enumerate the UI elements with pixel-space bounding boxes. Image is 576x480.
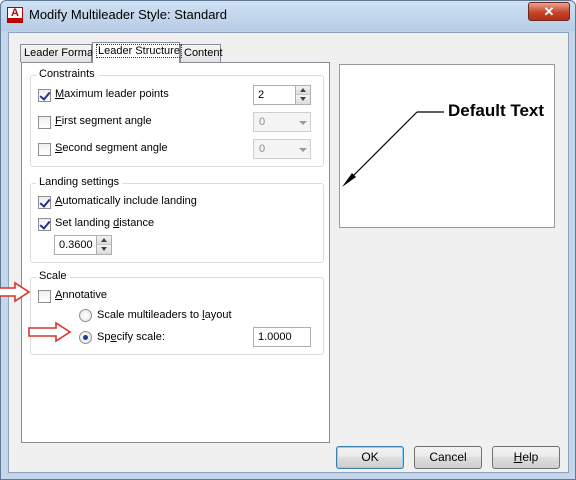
auto-include-landing-checkbox[interactable]: Automatically include landing (38, 194, 238, 210)
title-bar[interactable]: A Modify Multileader Style: Standard ✕ (1, 1, 575, 31)
checkbox-box[interactable] (38, 196, 51, 209)
specify-scale-label[interactable]: Specify scale: (97, 331, 165, 343)
second-segment-angle-dropdown[interactable]: 0 (253, 139, 311, 159)
dropdown-value: 0 (259, 143, 266, 155)
checkbox-box[interactable] (38, 116, 51, 129)
checkbox-box[interactable] (38, 290, 51, 303)
checkbox-label: Annotative (55, 289, 107, 301)
dialog-client-area: Leader Format Leader Structure Content C… (0, 32, 569, 473)
scale-group-title: Scale (36, 270, 70, 282)
tab-label: Leader Structure (96, 44, 182, 58)
leader-structure-panel: Constraints Maximum leader points 2 Firs… (0, 62, 330, 443)
scale-to-layout-radio[interactable] (79, 309, 92, 322)
tab-label: Content (184, 47, 223, 59)
max-leader-points-spinner[interactable]: 2 (253, 85, 311, 105)
ok-button[interactable]: OK (336, 446, 404, 469)
help-button[interactable]: Help (492, 446, 560, 469)
annotation-arrow-icon (28, 321, 72, 343)
app-icon-letter: A (11, 7, 19, 19)
max-leader-points-checkbox[interactable]: Maximum leader points (38, 87, 238, 103)
spinner-up-arrow-icon[interactable] (96, 236, 111, 245)
dropdown-value: 0 (259, 116, 266, 128)
preview-default-text: Default Text (448, 101, 545, 120)
annotative-checkbox[interactable]: Annotative (38, 288, 238, 304)
first-segment-angle-dropdown[interactable]: 0 (253, 112, 311, 132)
checkbox-box[interactable] (38, 89, 51, 102)
set-landing-distance-checkbox[interactable]: Set landing distance (38, 216, 238, 232)
cancel-button[interactable]: Cancel (414, 446, 482, 469)
constraints-group-title: Constraints (36, 68, 98, 80)
spinner-value[interactable]: 2 (258, 89, 264, 101)
second-segment-angle-checkbox[interactable]: Second segment angle (38, 141, 238, 157)
chevron-down-icon[interactable] (299, 148, 307, 152)
checkbox-label: Set landing distance (55, 217, 155, 229)
scale-value-input[interactable]: 1.0000 (253, 327, 311, 347)
specify-scale-radio[interactable] (79, 331, 92, 344)
checkbox-label: First segment angle (55, 115, 152, 127)
spinner-down-arrow-icon[interactable] (295, 95, 310, 104)
checkbox-label: Second segment angle (55, 142, 168, 154)
preview-pane: Default Text (339, 64, 555, 228)
app-icon-bar (8, 18, 22, 22)
close-button[interactable]: ✕ (528, 2, 570, 21)
tab-leader-format[interactable]: Leader Format (20, 44, 96, 62)
landing-settings-group: Landing settings Automatically include l… (30, 176, 324, 263)
scale-to-layout-label[interactable]: Scale multileaders to layout (97, 309, 232, 321)
tab-leader-structure[interactable]: Leader Structure (92, 42, 182, 63)
autocad-app-icon: A (7, 7, 23, 23)
scale-group: Scale Annotative Scale multileaders to l… (30, 270, 324, 355)
first-segment-angle-checkbox[interactable]: First segment angle (38, 114, 238, 130)
annotation-arrow-icon (0, 281, 31, 303)
landing-distance-spinner[interactable]: 0.3600 (54, 235, 112, 255)
spinner-down-arrow-icon[interactable] (96, 245, 111, 254)
tab-content[interactable]: Content (180, 44, 223, 62)
checkbox-box[interactable] (38, 218, 51, 231)
spinner-up-arrow-icon[interactable] (295, 86, 310, 95)
scale-value-text[interactable]: 1.0000 (258, 331, 292, 343)
checkbox-label: Automatically include landing (55, 195, 197, 207)
checkbox-label: Maximum leader points (55, 88, 169, 100)
constraints-group: Constraints Maximum leader points 2 Firs… (30, 68, 324, 167)
dialog-window: A Modify Multileader Style: Standard ✕ L… (0, 0, 576, 480)
window-title: Modify Multileader Style: Standard (29, 7, 227, 22)
checkbox-box[interactable] (38, 143, 51, 156)
spinner-value[interactable]: 0.3600 (59, 239, 93, 251)
landing-settings-group-title: Landing settings (36, 176, 123, 188)
chevron-down-icon[interactable] (299, 121, 307, 125)
tab-label: Leader Format (24, 47, 97, 59)
leader-arrow-icon (342, 111, 444, 187)
